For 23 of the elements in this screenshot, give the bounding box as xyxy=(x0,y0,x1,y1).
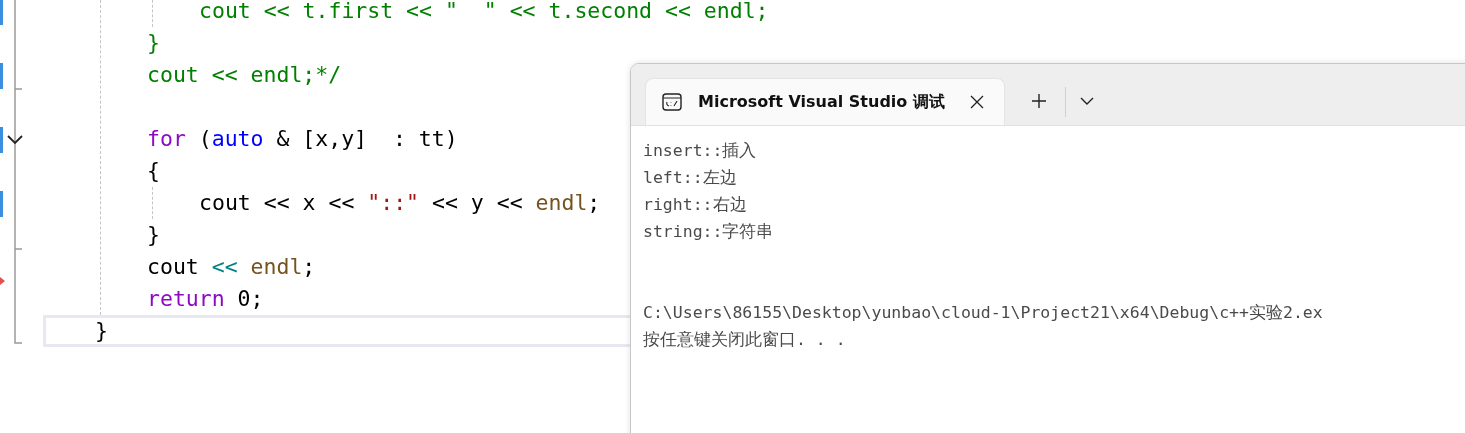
code-line: } xyxy=(147,222,160,247)
console-output-line: 按任意键关闭此窗口. . . xyxy=(643,329,847,351)
code-line: } xyxy=(95,318,108,343)
terminal-icon xyxy=(662,93,682,111)
arrow-icon xyxy=(0,277,5,285)
code-line: cout << x << "::" << y << endl; xyxy=(199,190,601,215)
code-line: for (auto & [x,y] : tt) xyxy=(147,126,458,151)
code-line: { xyxy=(147,158,160,183)
code-line: cout << endl;*/ xyxy=(147,62,342,87)
code-line: cout << t.first << " " << t.second << endl; xyxy=(199,0,769,23)
new-tab-icon[interactable] xyxy=(1031,93,1047,109)
console-output-line: insert::插入 xyxy=(643,140,758,162)
code-line: } xyxy=(147,30,160,55)
code-line: cout << endl; xyxy=(147,254,316,279)
code-line: return 0; xyxy=(147,286,264,311)
console-output-line: left::左边 xyxy=(643,167,738,189)
dropdown-icon[interactable] xyxy=(1080,97,1094,105)
console-output-line: string::字符串 xyxy=(643,221,775,243)
collapse-icon[interactable] xyxy=(7,135,23,145)
close-icon[interactable] xyxy=(970,95,984,109)
console-output-line: C:\Users\86155\Desktop\yunbao\cloud-1\Project21\x64\Debug\c++实验2.ex xyxy=(643,302,1324,324)
console-tab[interactable]: Microsoft Visual Studio 调试 xyxy=(645,78,1005,125)
console-output-line: right::右边 xyxy=(643,194,748,216)
